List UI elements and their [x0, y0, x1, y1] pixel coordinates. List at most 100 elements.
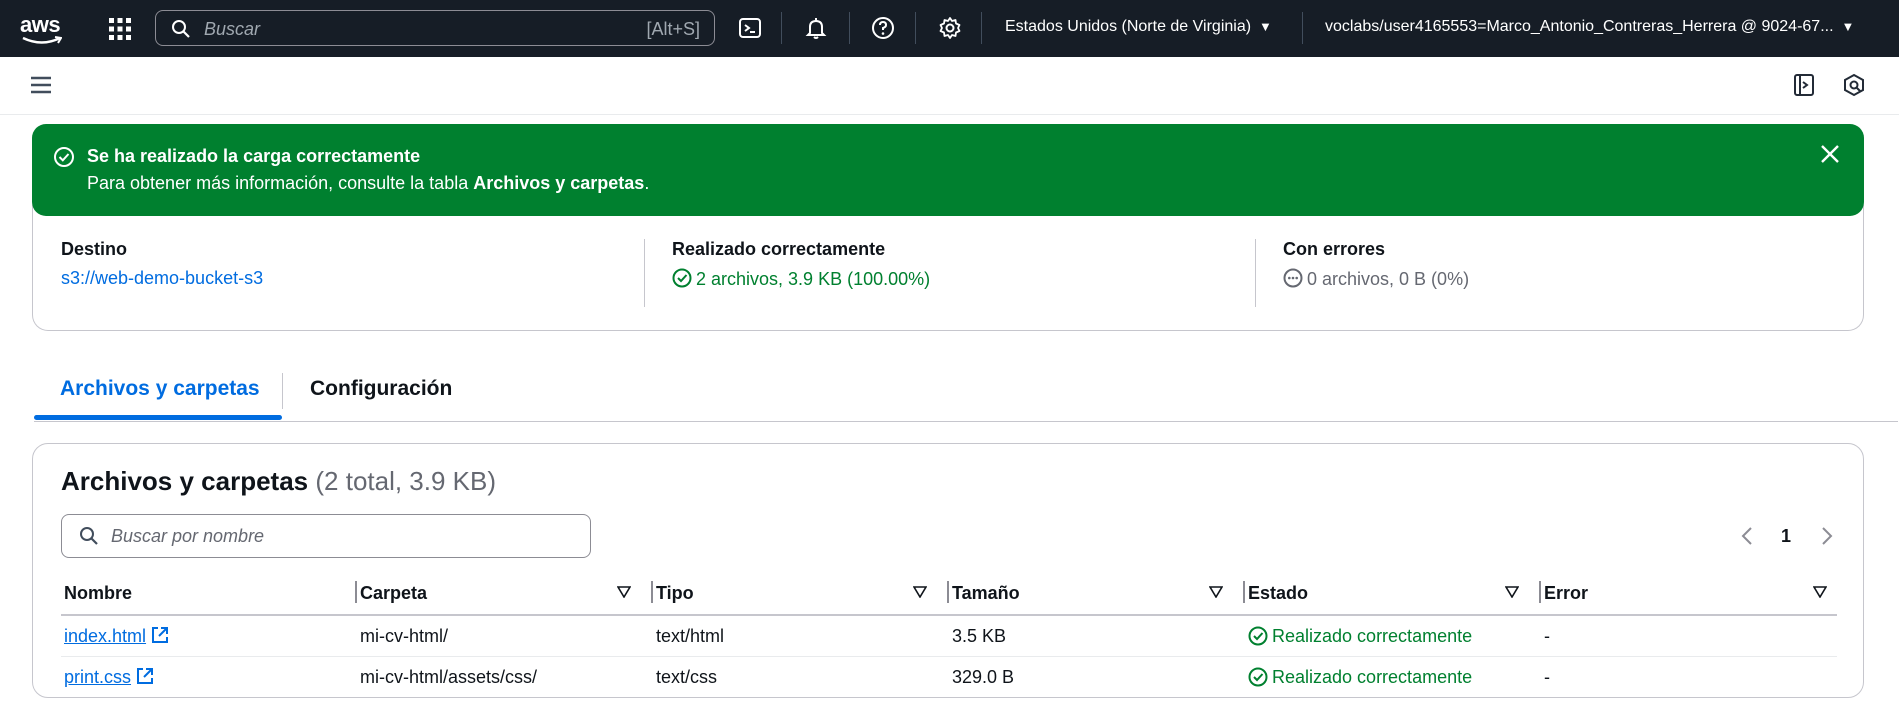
column-header-type[interactable]: Tipo — [653, 572, 949, 616]
tab-files-and-folders[interactable]: Archivos y carpetas — [60, 377, 260, 401]
files-and-folders-card: Archivos y carpetas (2 total, 3.9 KB) Bu… — [32, 443, 1864, 698]
success-check-icon — [672, 268, 692, 288]
aws-logo[interactable]: aws — [20, 12, 68, 46]
column-header-label: Tipo — [656, 582, 694, 603]
menu-icon[interactable] — [30, 75, 52, 95]
column-header-error[interactable]: Error — [1541, 572, 1837, 616]
sort-caret-icon[interactable] — [1813, 586, 1827, 598]
cell-name: index.html — [61, 615, 357, 657]
success-check-icon — [1248, 667, 1268, 686]
status-text: Realizado correctamente — [1272, 666, 1473, 687]
cell-type: text/html — [653, 615, 949, 657]
search-icon — [172, 20, 190, 38]
files-heading: Archivos y carpetas (2 total, 3.9 KB) — [61, 466, 496, 497]
nav-divider — [1302, 12, 1303, 44]
pending-dots-icon — [1283, 268, 1303, 288]
sort-caret-icon[interactable] — [1209, 586, 1223, 598]
chevron-right-icon[interactable] — [1820, 526, 1834, 546]
success-label: Realizado correctamente — [672, 239, 886, 259]
nav-divider — [981, 12, 982, 44]
errors-value: 0 archivos, 0 B (0%) — [1307, 269, 1470, 289]
nav-divider — [849, 12, 850, 44]
success-check-icon — [1248, 626, 1268, 645]
account-menu[interactable]: voclabs/user4165553=Marco_Antonio_Contre… — [1325, 18, 1854, 36]
console-subheader — [0, 57, 1899, 115]
table-row: print.css mi-cv-html/assets/css/ text/cs… — [61, 657, 1837, 698]
sort-caret-icon[interactable] — [913, 586, 927, 598]
success-flash-banner: Se ha realizado la carga correctamente P… — [32, 124, 1864, 216]
upload-summary-card: Destino s3://web-demo-bucket-s3 Realizad… — [32, 205, 1864, 331]
column-header-label: Tamaño — [952, 582, 1020, 603]
active-tab-indicator — [34, 415, 282, 420]
search-shortcut: [Alt+S] — [646, 19, 700, 39]
column-header-label: Carpeta — [360, 582, 428, 603]
chevron-down-icon: ▼ — [1841, 19, 1855, 34]
cloudshell-icon[interactable] — [738, 16, 762, 40]
services-grid-icon[interactable] — [108, 17, 132, 41]
success-check-icon — [54, 147, 74, 167]
flash-message-bold: Archivos y carpetas — [473, 173, 645, 193]
tab-bar: Archivos y carpetas Configuración — [34, 365, 1898, 422]
cell-type: text/css — [656, 666, 718, 687]
column-header-label: Nombre — [64, 582, 133, 603]
cell-error: - — [1541, 615, 1837, 657]
destination-label: Destino — [61, 239, 128, 259]
search-icon — [80, 527, 98, 545]
cell-folder: mi-cv-html/ — [357, 615, 653, 657]
flash-title: Se ha realizado la carga correctamente — [87, 146, 421, 166]
table-row: index.html mi-cv-html/ text/html 3.5 KB … — [61, 615, 1837, 657]
destination-link[interactable]: s3://web-demo-bucket-s3 — [61, 268, 263, 289]
cell-status: Realizado correctamente — [1245, 657, 1541, 698]
file-link[interactable]: index.html — [64, 626, 146, 646]
close-icon[interactable] — [1820, 144, 1840, 164]
errors-value-row: 0 archivos, 0 B (0%) — [1283, 268, 1469, 290]
region-label: Estados Unidos (Norte de Virginia) — [1005, 18, 1252, 35]
filter-by-name-input[interactable]: Buscar por nombre — [61, 514, 591, 558]
chevron-down-icon: ▼ — [1259, 19, 1272, 34]
cell-size: 3.5 KB — [949, 615, 1245, 657]
global-search-input[interactable]: Buscar [Alt+S] — [155, 10, 715, 46]
region-selector[interactable]: Estados Unidos (Norte de Virginia) ▼ — [1005, 18, 1272, 36]
nav-divider — [915, 12, 916, 44]
cell-error: - — [1544, 666, 1550, 687]
files-table: Nombre Carpeta Tipo Tamaño Estado Error — [61, 572, 1837, 697]
status-text: Realizado correctamente — [1272, 625, 1473, 646]
chevron-left-icon[interactable] — [1740, 526, 1754, 546]
top-navigation: aws Buscar [Alt+S] Estados Unidos (Norte… — [0, 0, 1899, 57]
summary-divider — [644, 239, 645, 307]
security-shield-icon[interactable] — [1842, 73, 1866, 97]
column-header-size[interactable]: Tamaño — [949, 572, 1245, 616]
sort-caret-icon[interactable] — [617, 586, 631, 598]
summary-divider — [1255, 239, 1256, 307]
search-placeholder: Buscar — [204, 19, 261, 39]
side-panel-icon[interactable] — [1792, 73, 1816, 97]
destination-section: Destino s3://web-demo-bucket-s3 — [61, 239, 263, 289]
current-page-number[interactable]: 1 — [1781, 526, 1791, 547]
nav-divider — [781, 12, 782, 44]
column-header-folder[interactable]: Carpeta — [357, 572, 653, 616]
cell-folder: mi-cv-html/assets/css/ — [360, 666, 538, 687]
success-value: 2 archivos, 3.9 KB (100.00%) — [696, 269, 931, 289]
sort-caret-icon[interactable] — [1505, 586, 1519, 598]
aws-logo-text: aws — [20, 12, 61, 37]
external-link-icon[interactable] — [150, 625, 170, 645]
flash-message-suffix: . — [644, 173, 650, 193]
success-value-row: 2 archivos, 3.9 KB (100.00%) — [672, 268, 930, 290]
settings-gear-icon[interactable] — [938, 16, 962, 40]
column-header-status[interactable]: Estado — [1245, 572, 1541, 616]
flash-message: Para obtener más información, consulte l… — [87, 173, 649, 194]
column-header-name[interactable]: Nombre — [61, 572, 357, 616]
aws-smile-icon — [22, 36, 62, 44]
file-link[interactable]: print.css — [64, 667, 131, 687]
help-icon[interactable] — [871, 16, 895, 40]
files-heading-count: (2 total, 3.9 KB) — [315, 466, 497, 496]
table-header-row: Nombre Carpeta Tipo Tamaño Estado Error — [61, 572, 1837, 616]
notifications-bell-icon[interactable] — [804, 16, 828, 40]
tab-divider — [282, 373, 283, 409]
cell-status: Realizado correctamente — [1245, 615, 1541, 657]
account-label: voclabs/user4165553=Marco_Antonio_Contre… — [1325, 18, 1834, 35]
external-link-icon[interactable] — [135, 666, 155, 686]
column-header-label: Error — [1544, 582, 1589, 603]
cell-name: print.css — [61, 657, 357, 698]
tab-configuration[interactable]: Configuración — [310, 377, 452, 401]
